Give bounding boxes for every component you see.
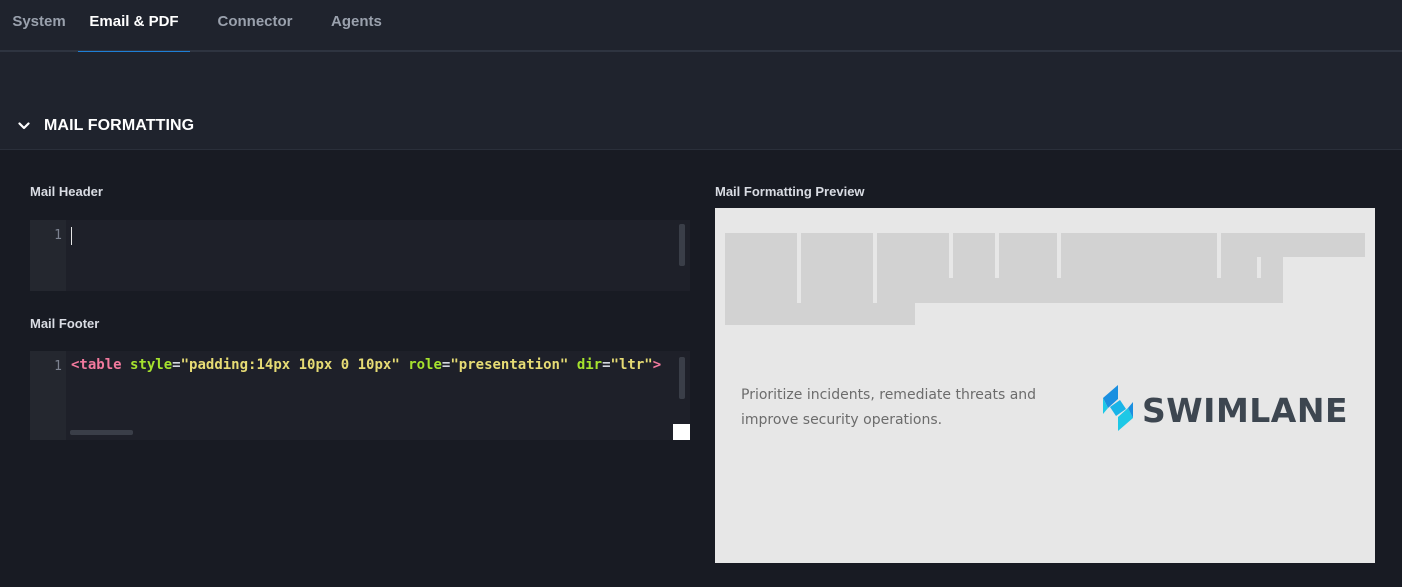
tab-connector-key[interactable]: Connector Key: [202, 0, 308, 74]
code-value-style: "padding:14px 10px 0 10px": [180, 357, 400, 373]
mail-formatting-toggle[interactable]: MAIL FORMATTING: [16, 112, 194, 140]
swimlane-logo-text: SWIMLANE: [1142, 391, 1349, 430]
tab-system[interactable]: System: [12, 0, 66, 52]
mail-footer-horizontal-scrollbar[interactable]: [70, 430, 133, 435]
mail-preview-panel: Prioritize incidents, remediate threats …: [715, 208, 1375, 563]
code-tag-close: >: [652, 357, 662, 373]
code-line: <table style="padding:14px 10px 0 10px" …: [71, 357, 662, 373]
swimlane-logo: SWIMLANE: [1100, 383, 1348, 438]
swimlane-logo-icon: [1100, 383, 1136, 438]
line-gutter: 1: [30, 351, 66, 440]
editor-resize-handle[interactable]: [673, 424, 690, 440]
preview-label: Mail Formatting Preview: [715, 184, 865, 199]
section-title: MAIL FORMATTING: [44, 117, 195, 134]
section-header-band: [0, 52, 1402, 150]
mail-footer-label: Mail Footer: [30, 316, 100, 331]
preview-tagline: Prioritize incidents, remediate threats …: [741, 387, 1037, 428]
chevron-down-icon: [16, 118, 32, 134]
mail-footer-input[interactable]: <table style="padding:14px 10px 0 10px" …: [66, 351, 690, 440]
line-number: 1: [54, 228, 62, 243]
text-cursor: [71, 227, 72, 245]
line-gutter: 1: [30, 220, 66, 291]
mail-header-editor[interactable]: 1: [30, 220, 690, 291]
mail-header-label: Mail Header: [30, 184, 103, 199]
settings-tab-bar: System Email & PDF Connector Key Agents: [0, 0, 1402, 74]
tab-email-pdf[interactable]: Email & PDF: [78, 0, 190, 54]
code-attr-role: role: [408, 357, 442, 373]
code-attr-dir: dir: [576, 357, 603, 373]
code-value-role: "presentation": [450, 357, 569, 373]
mail-footer-vertical-scrollbar[interactable]: [679, 357, 685, 399]
mail-footer-editor[interactable]: 1 <table style="padding:14px 10px 0 10px…: [30, 351, 690, 440]
code-value-dir: "ltr": [610, 357, 653, 373]
code-attr-style: style: [130, 357, 173, 373]
code-tag: <table: [71, 357, 122, 373]
mail-header-input[interactable]: [66, 220, 690, 291]
tab-agents[interactable]: Agents: [331, 0, 382, 52]
mail-header-vertical-scrollbar[interactable]: [679, 224, 685, 266]
line-number: 1: [54, 359, 62, 374]
